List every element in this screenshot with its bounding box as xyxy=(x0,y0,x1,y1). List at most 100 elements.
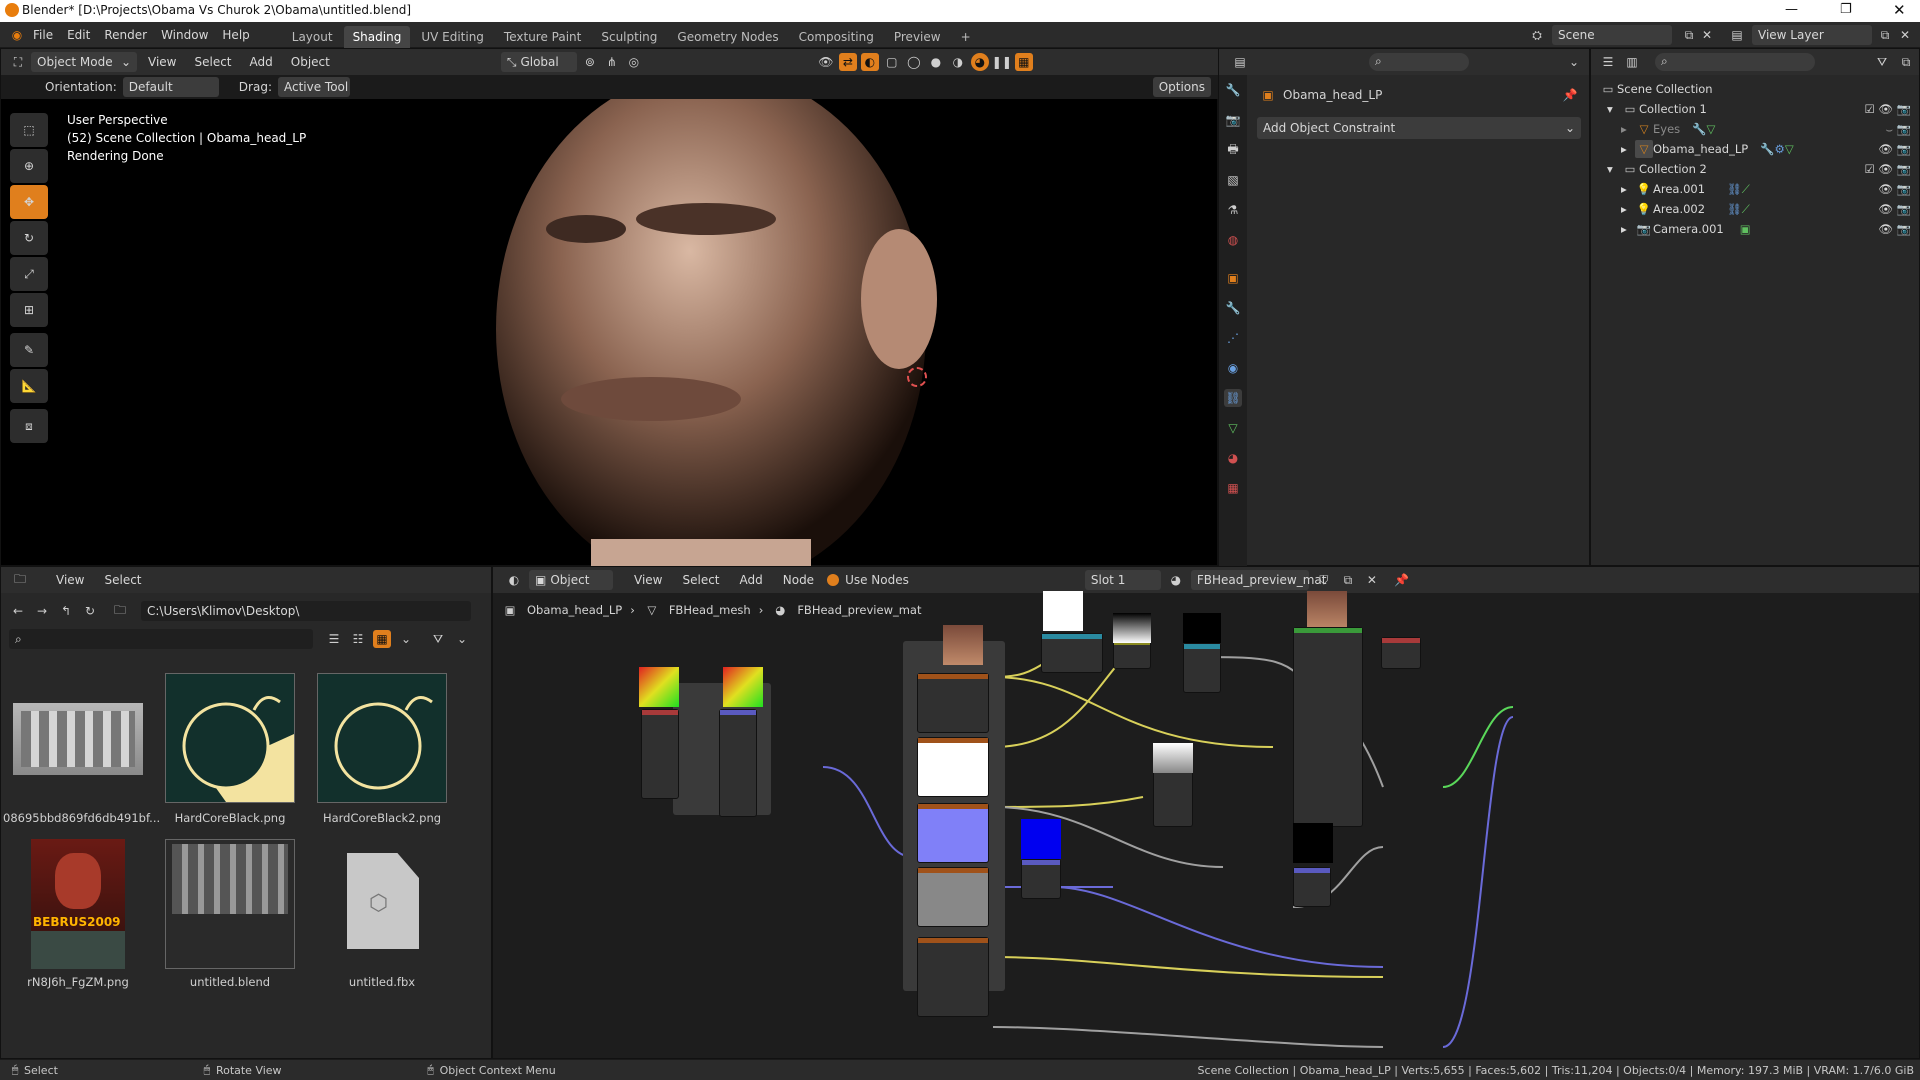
shading-solid-icon[interactable]: ● xyxy=(927,53,945,71)
transform-orientation-selector[interactable]: ⤡ Global xyxy=(500,52,577,72)
visibility-icons[interactable]: ☑ 👁 📷 xyxy=(1851,102,1911,116)
outliner-row-collection-2[interactable]: ▾ ▭ Collection 2 ☑ 👁 📷 xyxy=(1599,159,1911,179)
view-layer-tab-icon[interactable]: ▧ xyxy=(1224,171,1242,189)
tab-geometry-nodes[interactable]: Geometry Nodes xyxy=(668,26,787,48)
proportional-icon[interactable]: ◎ xyxy=(625,53,643,71)
add-cube-tool[interactable]: ⧈ xyxy=(10,409,48,443)
modifier-tab-icon[interactable]: 🔧 xyxy=(1224,299,1242,317)
viewport-menu-add[interactable]: Add xyxy=(243,52,280,72)
back-icon[interactable]: ← xyxy=(9,602,27,620)
scene-selector[interactable]: Scene xyxy=(1552,25,1672,45)
delete-view-layer-icon[interactable]: ✕ xyxy=(1896,26,1914,44)
menu-help[interactable]: Help xyxy=(215,25,256,45)
view-layer-selector[interactable]: View Layer xyxy=(1752,25,1872,45)
file-thumb-blend[interactable] xyxy=(165,839,295,969)
visibility-icons[interactable]: ☑ 👁 📷 xyxy=(1851,162,1911,176)
outliner-root-row[interactable]: ▭ Scene Collection xyxy=(1599,79,1911,99)
visibility-icon[interactable]: 👁 xyxy=(817,53,835,71)
file-thumb-hardcoreblack[interactable] xyxy=(165,673,295,803)
drag-selector[interactable]: Active Tool xyxy=(277,77,350,97)
thumbnail-view-icon[interactable]: ▦ xyxy=(373,630,391,648)
visibility-icons[interactable]: 👁 📷 xyxy=(1871,222,1911,236)
outliner-row-area-002[interactable]: ▸ 💡 Area.002 ⛓ ⟋ 👁 📷 xyxy=(1599,199,1911,219)
expand-icon[interactable]: ▸ xyxy=(1621,222,1635,236)
add-workspace-button[interactable]: + xyxy=(952,26,980,48)
material-output-node[interactable] xyxy=(1381,637,1421,669)
file-menu-select[interactable]: Select xyxy=(97,570,148,590)
image-texture-node-3[interactable] xyxy=(917,803,989,863)
mapping-node[interactable] xyxy=(719,709,757,817)
image-texture-node-1[interactable] xyxy=(917,673,989,733)
texture-tab-icon[interactable]: ▦ xyxy=(1224,479,1242,497)
new-view-layer-icon[interactable]: ⧉ xyxy=(1876,26,1894,44)
render-tab-icon[interactable]: 📷 xyxy=(1224,111,1242,129)
properties-editor-type-icon[interactable]: ▤ xyxy=(1231,53,1249,71)
outliner-row-collection-1[interactable]: ▾ ▭ Collection 1 ☑ 👁 📷 xyxy=(1599,99,1911,119)
viewport-menu-select[interactable]: Select xyxy=(187,52,238,72)
file-path-input[interactable]: C:\Users\Klimov\Desktop\ xyxy=(141,601,471,621)
editor-type-icon[interactable]: ⛶ xyxy=(9,53,27,71)
visibility-icons[interactable]: ⌣ 📷 xyxy=(1871,122,1911,137)
physics-tab-icon[interactable]: ◉ xyxy=(1224,359,1242,377)
annotate-tool[interactable]: ✎ xyxy=(10,333,48,367)
node-editor[interactable]: ◐ ▣ Object View Select Add Node Use Nodes… xyxy=(492,566,1920,1059)
outliner-search-input[interactable]: ⌕ xyxy=(1655,53,1815,71)
close-icon[interactable]: ✕ xyxy=(1893,1,1906,19)
math-node[interactable] xyxy=(1113,639,1151,669)
data-tab-icon[interactable]: ▽ xyxy=(1224,419,1242,437)
render-region-icon[interactable]: ▦ xyxy=(1014,53,1033,71)
orientation-selector[interactable]: Default xyxy=(122,77,219,97)
visibility-icons[interactable]: 👁 📷 xyxy=(1871,202,1911,216)
outliner-row-eyes[interactable]: ▸ ▽ Eyes 🔧 ▽ ⌣ 📷 xyxy=(1599,119,1911,139)
object-tab-icon[interactable]: ▣ xyxy=(1224,269,1242,287)
blender-menu-icon[interactable]: ◉ xyxy=(8,26,26,44)
tab-uv-editing[interactable]: UV Editing xyxy=(412,26,493,48)
viewport-menu-object[interactable]: Object xyxy=(284,52,337,72)
view-layer-icon[interactable]: ▤ xyxy=(1728,26,1746,44)
tab-sculpting[interactable]: Sculpting xyxy=(592,26,666,48)
tool-tab-icon[interactable]: 🔧 xyxy=(1224,81,1242,99)
measure-tool[interactable]: 📐 xyxy=(10,369,48,403)
image-texture-node-4[interactable] xyxy=(917,867,989,927)
expand-icon[interactable]: ▾ xyxy=(1607,102,1621,116)
particles-tab-icon[interactable]: ⋰ xyxy=(1224,329,1242,347)
filter-icon[interactable]: ⛛ xyxy=(1873,53,1891,71)
scene-tab-icon[interactable]: ⚗ xyxy=(1224,201,1242,219)
menu-render[interactable]: Render xyxy=(97,25,154,45)
delete-scene-icon[interactable]: ✕ xyxy=(1698,26,1716,44)
material-tab-icon[interactable]: ◕ xyxy=(1224,449,1242,467)
separate-node[interactable] xyxy=(1183,643,1221,693)
compact-view-icon[interactable]: ☷ xyxy=(349,630,367,648)
scale-tool[interactable]: ⤢ xyxy=(10,257,48,291)
filter-icon[interactable]: ⛛ xyxy=(429,630,447,648)
outliner-row-camera-001[interactable]: ▸ 📷 Camera.001 ▣ 👁 📷 xyxy=(1599,219,1911,239)
scene-icon[interactable]: ⛭ xyxy=(1528,26,1546,44)
menu-edit[interactable]: Edit xyxy=(60,25,97,45)
tab-preview[interactable]: Preview xyxy=(885,26,950,48)
snap-icon[interactable]: ⋔ xyxy=(603,53,621,71)
move-tool[interactable]: ✥ xyxy=(10,185,48,219)
outliner-editor-type-icon[interactable]: ☰ xyxy=(1599,53,1617,71)
options-button[interactable]: Options xyxy=(1152,77,1211,97)
visibility-icons[interactable]: 👁 📷 xyxy=(1871,182,1911,196)
expand-icon[interactable]: ▸ xyxy=(1621,202,1635,216)
file-menu-view[interactable]: View xyxy=(49,570,91,590)
viewport-menu-view[interactable]: View xyxy=(141,52,183,72)
principled-bsdf-node[interactable] xyxy=(1293,627,1363,827)
shading-wireframe-icon[interactable]: ◯ xyxy=(905,53,923,71)
file-search-input[interactable]: ⌕ xyxy=(9,629,313,649)
3d-cursor-icon[interactable] xyxy=(907,367,927,387)
outliner-row-obama-head[interactable]: ▸ ▽ Obama_head_LP 🔧 ⚙ ▽ 👁 📷 xyxy=(1599,139,1911,159)
menu-window[interactable]: Window xyxy=(154,25,215,45)
mode-selector[interactable]: Object Mode ⌄ xyxy=(31,52,137,72)
select-box-tool[interactable]: ⬚ xyxy=(10,113,48,147)
image-texture-node-5[interactable] xyxy=(917,937,989,1017)
refresh-icon[interactable]: ↻ xyxy=(81,602,99,620)
output-tab-icon[interactable]: 🖶 xyxy=(1224,141,1242,159)
tab-compositing[interactable]: Compositing xyxy=(790,26,883,48)
display-mode-icon[interactable]: ▥ xyxy=(1623,53,1641,71)
new-collection-icon[interactable]: ⧉ xyxy=(1897,53,1915,71)
file-thumb-fbx[interactable]: ⬡ xyxy=(347,853,419,949)
pin-icon[interactable]: 📌 xyxy=(1561,86,1579,104)
overlay-icon[interactable]: ◐ xyxy=(860,53,879,71)
